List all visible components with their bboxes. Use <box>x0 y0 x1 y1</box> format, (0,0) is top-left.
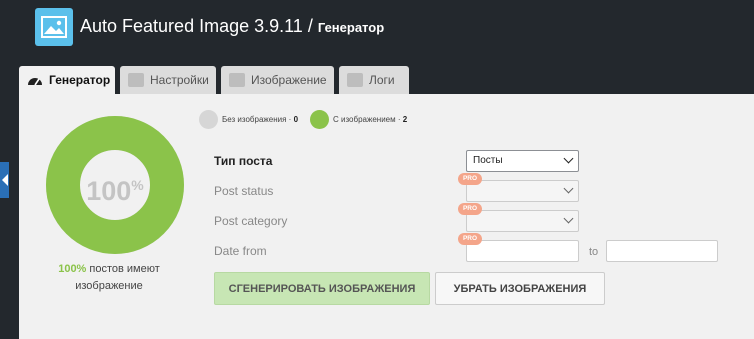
tab-image[interactable]: Изображение <box>221 66 334 94</box>
page-header: Auto Featured Image 3.9.11 / Генератор <box>19 0 754 58</box>
page-subtitle: Генератор <box>317 20 385 35</box>
legend-with-image: С изображением · 2 <box>333 115 408 124</box>
donut-caption: 100% постов имеют изображение <box>58 263 160 292</box>
title-separator: / <box>307 16 313 36</box>
image-icon <box>35 8 73 46</box>
date-from-input[interactable] <box>466 240 579 262</box>
collapse-menu-toggle[interactable] <box>0 162 9 198</box>
remove-images-button[interactable]: УБРАТЬ ИЗОБРАЖЕНИЯ <box>435 272 605 305</box>
chevron-down-icon <box>563 153 574 164</box>
tab-settings[interactable]: Настройки <box>120 66 216 94</box>
legend-dot-without-image <box>199 110 218 129</box>
legend-dot-with-image <box>310 110 329 129</box>
post-type-select[interactable]: Посты <box>466 150 579 172</box>
post-type-label: Тип поста <box>214 154 273 168</box>
tab-generator[interactable]: Генератор <box>19 66 115 94</box>
date-to-input[interactable] <box>606 240 718 262</box>
progress-donut: 100% <box>46 116 184 254</box>
generate-images-button[interactable]: СГЕНЕРИРОВАТЬ ИЗОБРАЖЕНИЯ <box>214 272 430 305</box>
plugin-name: Auto Featured Image 3.9.11 <box>80 16 303 36</box>
pro-badge: PRO <box>458 203 482 215</box>
pro-badge: PRO <box>458 173 482 185</box>
pro-badge: PRO <box>458 233 482 245</box>
post-status-label: Post status <box>214 184 274 198</box>
post-category-label: Post category <box>214 214 288 228</box>
post-category-select[interactable] <box>466 210 579 232</box>
tab-label: Логи <box>369 73 395 87</box>
list-icon <box>347 73 363 87</box>
arrow-left-icon <box>2 174 8 186</box>
tab-logs[interactable]: Логи <box>339 66 409 94</box>
picture-icon <box>229 73 245 87</box>
chevron-down-icon <box>563 183 574 194</box>
dashboard-icon <box>27 73 43 87</box>
chevron-down-icon <box>563 213 574 224</box>
tab-label: Генератор <box>49 73 111 87</box>
tab-label: Изображение <box>251 73 327 87</box>
settings-icon <box>128 73 144 87</box>
date-to-label: to <box>589 246 599 258</box>
page-title: Auto Featured Image 3.9.11 / Генератор <box>80 16 384 37</box>
post-status-select[interactable] <box>466 180 579 202</box>
tab-label: Настройки <box>150 73 209 87</box>
legend-without-image: Без изображения · 0 <box>222 115 299 124</box>
date-from-label: Date from <box>214 244 267 258</box>
donut-percent: 100% <box>86 176 144 206</box>
